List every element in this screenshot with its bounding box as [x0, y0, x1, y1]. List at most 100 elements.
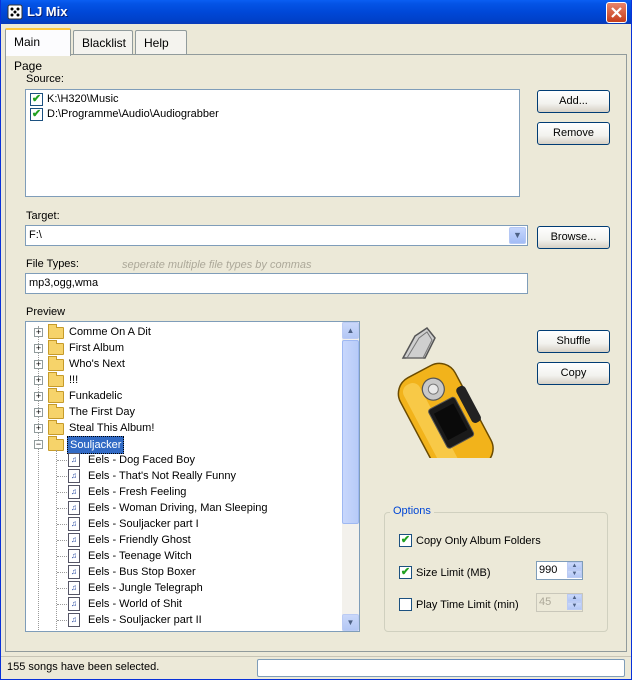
preview-tree-content: + Comme On A Dit + First Album + Who's Next +!…	[26, 322, 342, 631]
copy-button[interactable]: Copy	[537, 362, 610, 385]
tree-folder-node[interactable]: + Comme On A Dit	[26, 324, 340, 340]
tree-folder-node[interactable]: + The First Day	[26, 404, 340, 420]
play-time-limit-label[interactable]: Play Time Limit (min)	[416, 599, 519, 611]
expand-icon[interactable]: +	[34, 344, 43, 353]
tree-branch-line	[57, 572, 67, 573]
expand-icon[interactable]: +	[34, 376, 43, 385]
source-list[interactable]: ✔ K:\H320\Music ✔ D:\Programme\Audio\Aud…	[25, 89, 520, 197]
tree-song-node[interactable]: ♫ Eels - World of Shit	[26, 596, 340, 612]
copy-only-album-folders-checkbox[interactable]: ✔	[399, 534, 412, 547]
status-text: 155 songs have been selected.	[7, 661, 160, 673]
tree-branch-line	[57, 492, 67, 493]
source-item-checkbox[interactable]: ✔	[30, 108, 43, 121]
close-icon	[611, 7, 622, 18]
status-progress-bar	[257, 659, 625, 677]
tree-song-label: Eels - World of Shit	[88, 598, 182, 610]
tree-folder-node[interactable]: +!!!	[26, 372, 340, 388]
audio-file-icon: ♫	[68, 485, 80, 499]
tree-branch-line	[57, 556, 67, 557]
folder-icon	[48, 356, 64, 371]
preview-tree[interactable]: + Comme On A Dit + First Album + Who's Next +!…	[25, 321, 360, 632]
collapse-icon[interactable]: −	[34, 440, 43, 449]
tree-song-label: Eels - Fresh Feeling	[88, 486, 187, 498]
target-label: Target:	[26, 210, 60, 222]
tree-folder-node[interactable]: + Steal This Album!	[26, 420, 340, 436]
tree-song-label: Eels - Dog Faced Boy	[88, 454, 195, 466]
tree-folder-label: Comme On A Dit	[69, 326, 151, 338]
file-types-value: mp3,ogg,wma	[29, 277, 99, 289]
size-limit-checkbox[interactable]: ✔	[399, 566, 412, 579]
audio-file-icon: ♫	[68, 613, 80, 627]
audio-file-icon: ♫	[68, 501, 80, 515]
tree-branch-line	[57, 476, 67, 477]
tree-song-node[interactable]: ♫ Eels - Souljacker part II	[26, 612, 340, 628]
add-button[interactable]: Add...	[537, 90, 610, 113]
tree-branch-line	[57, 604, 67, 605]
target-combobox[interactable]: F:\ ▼	[25, 225, 528, 246]
source-item-checkbox[interactable]: ✔	[30, 93, 43, 106]
copy-only-album-folders-label[interactable]: Copy Only Album Folders	[416, 535, 541, 547]
audio-file-icon: ♫	[68, 549, 80, 563]
target-value: F:\	[29, 229, 42, 241]
close-button[interactable]	[606, 2, 627, 23]
tree-branch-line	[57, 620, 67, 621]
file-types-input[interactable]: mp3,ogg,wma	[25, 273, 528, 294]
spin-up-icon[interactable]: ▲	[567, 562, 582, 570]
size-limit-value: 990	[539, 564, 558, 576]
browse-button[interactable]: Browse...	[537, 226, 610, 249]
spin-down-icon[interactable]: ▼	[567, 570, 582, 578]
tab-blacklist-label: Blacklist	[82, 36, 127, 50]
tab-help[interactable]: Help	[135, 30, 187, 54]
tree-song-node[interactable]: ♫ Eels - Dog Faced Boy	[26, 452, 340, 468]
app-window: LJ Mix Main Page Blacklist Help Source: …	[0, 0, 632, 680]
tree-folder-node[interactable]: + Who's Next	[26, 356, 340, 372]
title-bar[interactable]: LJ Mix	[1, 0, 631, 24]
tab-blacklist[interactable]: Blacklist	[73, 30, 133, 54]
preview-label: Preview	[26, 306, 66, 318]
source-item-path: K:\H320\Music	[47, 93, 119, 105]
tree-song-node[interactable]: ♫ Eels - Jungle Telegraph	[26, 580, 340, 596]
preview-scrollbar[interactable]: ▲ ▼	[342, 322, 359, 631]
tree-song-label: Eels - Teenage Witch	[88, 550, 192, 562]
tree-song-label: Eels - Bus Stop Boxer	[88, 566, 196, 578]
audio-file-icon: ♫	[68, 581, 80, 595]
shuffle-button[interactable]: Shuffle	[537, 330, 610, 353]
tree-song-node[interactable]: ♫ Eels - Fresh Feeling	[26, 484, 340, 500]
scroll-down-icon[interactable]: ▼	[342, 614, 359, 631]
audio-file-icon: ♫	[68, 533, 80, 547]
folder-icon	[48, 388, 64, 403]
chevron-down-icon[interactable]: ▼	[509, 227, 526, 244]
expand-icon[interactable]: +	[34, 328, 43, 337]
tree-song-node[interactable]: ♫ Eels - Bus Stop Boxer	[26, 564, 340, 580]
expand-icon[interactable]: +	[34, 392, 43, 401]
spin-down-icon: ▼	[567, 602, 582, 610]
tree-folder-node[interactable]: + Funkadelic	[26, 388, 340, 404]
scroll-thumb[interactable]	[342, 340, 359, 524]
tree-folder-label: First Album	[69, 342, 125, 354]
expand-icon[interactable]: +	[34, 360, 43, 369]
tree-branch-line	[57, 460, 67, 461]
tree-song-label: Eels - Jungle Telegraph	[88, 582, 203, 594]
scroll-up-icon[interactable]: ▲	[342, 322, 359, 339]
expand-icon[interactable]: +	[34, 408, 43, 417]
tree-song-node[interactable]: ♫ Eels - That's Not Really Funny	[26, 468, 340, 484]
play-time-limit-spinner: 45 ▲ ▼	[536, 593, 583, 612]
source-item-path: D:\Programme\Audio\Audiograbber	[47, 108, 219, 120]
size-limit-spinner[interactable]: 990 ▲ ▼	[536, 561, 583, 580]
tree-folder-node-expanded[interactable]: − Souljacker	[26, 436, 340, 454]
tree-folder-label: Who's Next	[69, 358, 125, 370]
size-limit-label[interactable]: Size Limit (MB)	[416, 567, 491, 579]
play-time-limit-checkbox[interactable]	[399, 598, 412, 611]
tab-main-page[interactable]: Main Page	[5, 28, 71, 73]
tree-song-label: Eels - Souljacker part I	[88, 518, 199, 530]
tree-folder-node[interactable]: + First Album	[26, 340, 340, 356]
tree-song-node[interactable]: ♫ Eels - Souljacker part I	[26, 516, 340, 532]
tree-song-node[interactable]: ♫ Eels - Friendly Ghost	[26, 532, 340, 548]
tree-song-label: Eels - Woman Driving, Man Sleeping	[88, 502, 268, 514]
folder-icon	[48, 404, 64, 419]
tree-song-node[interactable]: ♫ Eels - Teenage Witch	[26, 548, 340, 564]
remove-button[interactable]: Remove	[537, 122, 610, 145]
folder-icon	[48, 420, 64, 435]
expand-icon[interactable]: +	[34, 424, 43, 433]
tree-song-node[interactable]: ♫ Eels - Woman Driving, Man Sleeping	[26, 500, 340, 516]
